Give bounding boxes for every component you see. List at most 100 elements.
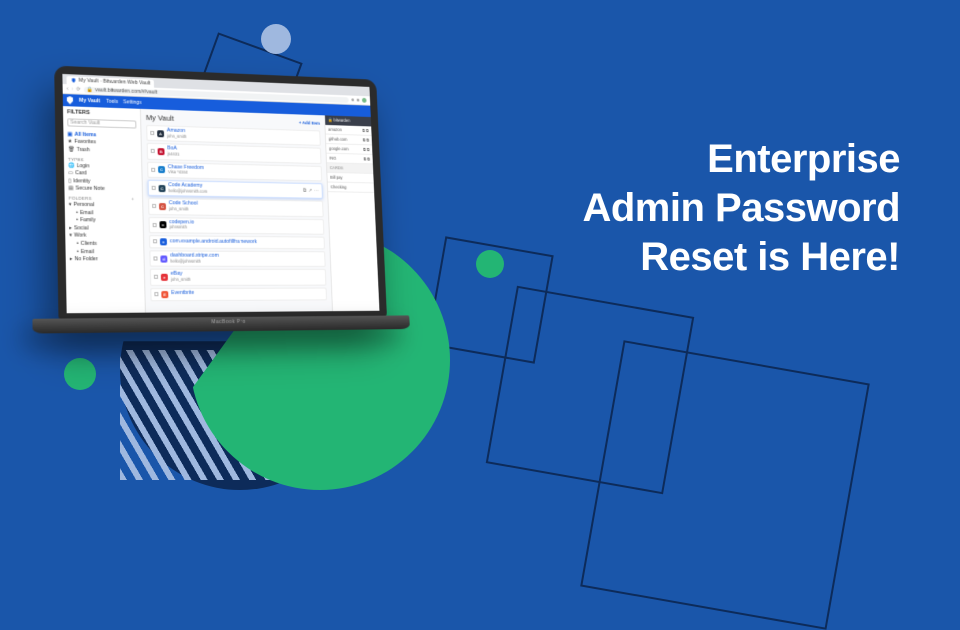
laptop-model-label: MacBook Pro xyxy=(32,317,409,327)
item-subtitle: hello@johnsmith.com xyxy=(168,189,207,194)
filter-label: Family xyxy=(80,217,96,223)
item-favicon: d xyxy=(160,255,167,262)
headline-line-1: Enterprise xyxy=(582,135,900,184)
item-actions: ⧉↗⋯ xyxy=(303,187,319,194)
filter-label: All Items xyxy=(74,131,96,138)
caret-down-icon: ▾ xyxy=(69,202,72,208)
item-name: codepen.io xyxy=(169,220,194,226)
item-text: codepen.iojohnsmith xyxy=(169,220,194,231)
filter-label: Work xyxy=(74,233,86,239)
nav-settings[interactable]: Settings xyxy=(123,99,142,106)
cube-icon: ▣ xyxy=(67,131,72,137)
more-icon[interactable]: ⋯ xyxy=(314,188,319,195)
card-icon: ▭ xyxy=(68,170,73,176)
checkbox[interactable] xyxy=(150,131,154,135)
nav-my-vault[interactable]: My Vault xyxy=(79,98,100,105)
ext-row[interactable]: Checking xyxy=(328,182,374,193)
checkbox[interactable] xyxy=(151,149,155,153)
checkbox[interactable] xyxy=(151,168,155,172)
copy-icon[interactable]: ⧉ xyxy=(303,187,307,194)
filter-label: No Folder xyxy=(74,256,97,262)
laptop-mockup: My Vault · Bitwarden Web Vault ‹ › ⟳ 🔒 v… xyxy=(54,66,426,407)
vault-item-row[interactable]: ccodepen.iojohnsmith xyxy=(148,217,324,235)
checkbox[interactable] xyxy=(153,240,157,244)
type-card[interactable]: ▭Card xyxy=(68,169,137,178)
filter-label: Personal xyxy=(73,202,94,208)
item-favicon: C xyxy=(159,203,166,210)
filter-trash[interactable]: 🗑 Trash xyxy=(68,146,137,155)
checkbox[interactable] xyxy=(152,186,156,190)
add-folder-icon[interactable]: + xyxy=(131,197,134,202)
browser-tab[interactable]: My Vault · Bitwarden Web Vault xyxy=(66,76,154,88)
item-name: Chase Freedom xyxy=(168,165,204,172)
nav-reload-icon[interactable]: ⟳ xyxy=(76,86,81,92)
type-note[interactable]: ▤Secure Note xyxy=(68,185,138,194)
item-text: BoAjs4431 xyxy=(167,147,179,158)
item-name: eBay xyxy=(171,272,191,278)
folder-personal-email[interactable]: •Email xyxy=(69,209,139,218)
vault-item-list: AAmazonjohn_smithBBoAjs4431CChase Freedo… xyxy=(146,125,327,301)
filter-label: Email xyxy=(80,210,93,216)
filter-label: Clients xyxy=(81,241,97,247)
ext-icon-1[interactable] xyxy=(351,98,354,101)
filter-favorites[interactable]: ★ Favorites xyxy=(68,138,137,148)
vault-item-row[interactable]: ccom.example.android.autofillframework xyxy=(149,235,325,249)
item-favicon: C xyxy=(159,185,166,192)
item-name: BoA xyxy=(167,147,179,153)
filter-all-items[interactable]: ▣ All Items xyxy=(67,130,136,140)
item-text: com.example.android.autofillframework xyxy=(170,239,257,245)
item-subtitle: hello@johnsmith xyxy=(170,259,219,264)
folder-work-clients[interactable]: •Clients xyxy=(69,240,139,248)
hero-headline: Enterprise Admin Password Reset is Here! xyxy=(582,135,900,281)
vault-item-row[interactable]: CCode Schooljohn_smith xyxy=(148,198,324,217)
folder-personal-family[interactable]: •Family xyxy=(69,216,139,225)
type-identity[interactable]: ▯Identity xyxy=(68,177,138,186)
item-name: Amazon xyxy=(167,129,187,135)
type-login[interactable]: 🌐Login xyxy=(68,162,137,171)
launch-icon[interactable]: ↗ xyxy=(308,188,312,195)
nav-tools[interactable]: Tools xyxy=(106,99,118,105)
vault-item-row[interactable]: ddashboard.stripe.comhello@johnsmith xyxy=(149,250,325,267)
app-body: FILTERS Search Vault ▣ All Items ★ Favor… xyxy=(63,106,380,313)
add-item-button[interactable]: + Add Item xyxy=(299,120,320,125)
item-name: Code Academy xyxy=(168,183,207,189)
sidebar: FILTERS Search Vault ▣ All Items ★ Favor… xyxy=(63,106,146,313)
checkbox[interactable] xyxy=(152,204,156,208)
filter-label: Identity xyxy=(73,178,90,184)
folder-work[interactable]: ▾Work xyxy=(69,232,139,240)
vault-item-row[interactable]: EEventbrite xyxy=(150,287,327,301)
vault-item-row[interactable]: BBoAjs4431 xyxy=(147,143,322,164)
extension-panel: 🔒 bitwarden amazon⧉ ⧉ github.com⧉ ⧉ goog… xyxy=(324,115,379,311)
ext-icon-2[interactable] xyxy=(357,99,360,102)
globe-icon: 🌐 xyxy=(68,162,75,168)
nav-back-icon[interactable]: ‹ xyxy=(67,86,69,92)
folder-social[interactable]: ▸Social xyxy=(69,224,139,232)
checkbox[interactable] xyxy=(153,257,157,261)
search-input[interactable]: Search Vault xyxy=(67,118,136,128)
vault-item-row[interactable]: CCode Academyhello@johnsmith.com ⧉↗⋯ xyxy=(148,180,323,199)
brand-shield-icon xyxy=(67,96,73,104)
vault-item-row[interactable]: eeBayjohn_smith xyxy=(150,269,327,286)
avatar-icon[interactable] xyxy=(362,98,367,103)
item-favicon: E xyxy=(161,291,168,298)
note-icon: ▤ xyxy=(68,186,73,192)
folder-work-email[interactable]: •Email xyxy=(70,248,140,256)
checkbox[interactable] xyxy=(154,292,158,296)
vault-item-row[interactable]: AAmazonjohn_smith xyxy=(146,125,321,146)
id-icon: ▯ xyxy=(68,178,71,184)
browser-url-text: vault.bitwarden.com/#/vault xyxy=(95,87,157,95)
nav-fwd-icon[interactable]: › xyxy=(71,86,73,92)
item-subtitle: Visa *4344 xyxy=(168,171,204,176)
vault-content: My Vault + Add Item AAmazonjohn_smithBBo… xyxy=(141,109,332,313)
folders-heading: FOLDERS + xyxy=(69,196,139,202)
caret-right-icon: ▸ xyxy=(70,256,73,262)
filter-label: Login xyxy=(77,163,90,169)
folder-personal[interactable]: ▾Personal xyxy=(69,201,139,210)
checkbox[interactable] xyxy=(154,275,158,279)
folder-none[interactable]: ▸No Folder xyxy=(70,255,140,263)
headline-line-2: Admin Password xyxy=(582,184,900,233)
filter-label: Secure Note xyxy=(76,186,105,193)
checkbox[interactable] xyxy=(153,223,157,227)
vault-item-row[interactable]: CChase FreedomVisa *4344 xyxy=(147,161,322,181)
filter-label: Email xyxy=(81,248,94,254)
